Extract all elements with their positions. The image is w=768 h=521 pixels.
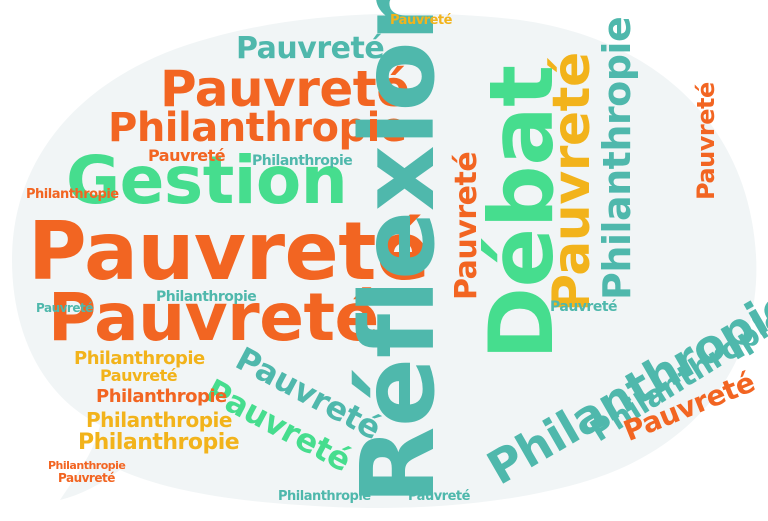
word-philanthropie-small-8: Philanthropie	[26, 187, 119, 202]
word-pauvrete-vertical-3: Pauvreté	[692, 82, 720, 200]
word-pauvrete-vertical-1: Pauvreté	[542, 52, 602, 312]
word-philanthropie-small-5: Philanthropie	[156, 289, 257, 305]
word-philanthropie-vertical-1: Philanthropie	[595, 16, 639, 300]
word-pauvrete-vertical-2: Pauvreté	[449, 151, 484, 300]
word-pauvrete-small-5: Pauvreté	[390, 13, 452, 28]
word-pauvrete-small-7: Pauvreté	[58, 471, 115, 485]
word-pauvrete-small-2: Pauvreté	[148, 146, 226, 165]
word-philanthropie-small-9: Philanthropie	[48, 459, 126, 472]
word-pauvrete-small-4: Pauvreté	[550, 299, 618, 315]
word-cloud: Pauvreté Pauvreté Gestion Philanthropie …	[0, 0, 768, 521]
word-pauvrete-small-1: Pauvreté	[100, 366, 178, 385]
word-pauvrete-small-6: Pauvreté	[36, 301, 93, 315]
word-philanthropie-small-1: Philanthropie	[78, 430, 240, 455]
word-philanthropie-small-3: Philanthropie	[96, 386, 227, 407]
word-pauvrete-small-3: Pauvreté	[408, 489, 470, 504]
word-philanthropie-small-7: Philanthropie	[278, 489, 371, 504]
word-philanthropie-small-6: Philanthropie	[252, 153, 353, 169]
word-philanthropie-small-2: Philanthropie	[86, 408, 232, 432]
